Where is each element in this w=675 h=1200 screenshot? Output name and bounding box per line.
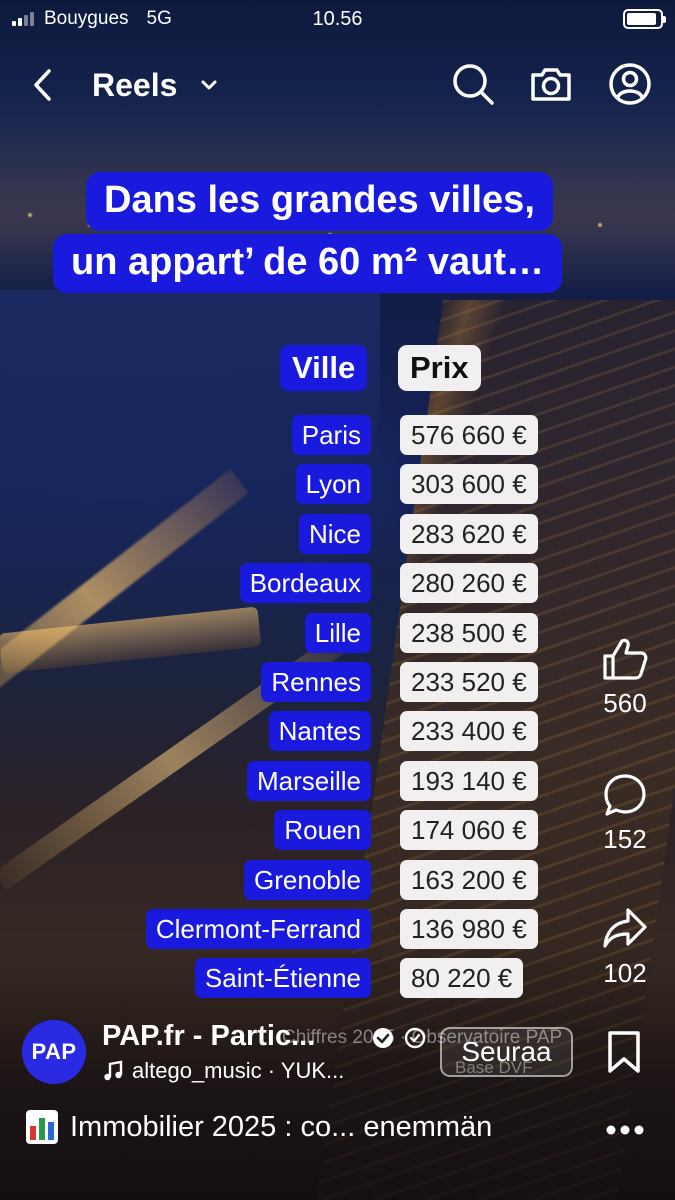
like-count: 560 — [603, 688, 647, 718]
price-cell: 283 620 € — [400, 514, 538, 554]
city-cell: Rennes — [261, 662, 371, 702]
comment-button[interactable]: 152 — [596, 772, 654, 855]
price-cell: 303 600 € — [400, 464, 538, 504]
bookmark-icon[interactable] — [605, 1030, 643, 1074]
headline-line-1: Dans les grandes villes, — [86, 172, 553, 231]
price-cell: 280 260 € — [400, 563, 538, 603]
share-count: 102 — [603, 958, 647, 988]
camera-icon[interactable] — [528, 61, 574, 107]
column-header-city: Ville — [280, 345, 368, 391]
price-cell: 136 980 € — [400, 909, 538, 949]
chevron-down-icon[interactable] — [199, 75, 219, 95]
profile-icon[interactable] — [607, 61, 653, 107]
price-cell: 238 500 € — [400, 613, 538, 653]
headline-line-2: un appart’ de 60 m² vaut… — [53, 234, 562, 293]
meta-verified-icon — [404, 1027, 426, 1049]
share-button[interactable]: 102 — [596, 906, 654, 989]
music-label: altego_music · YUK... — [132, 1058, 345, 1083]
follow-button[interactable]: Seuraa — [440, 1027, 573, 1077]
price-cell: 576 660 € — [400, 415, 538, 455]
music-note-icon — [104, 1060, 123, 1081]
like-button[interactable]: 560 — [596, 636, 654, 719]
comment-icon — [604, 774, 646, 816]
price-cell: 163 200 € — [400, 860, 538, 900]
author-name[interactable]: PAP.fr - Partic... — [102, 1020, 315, 1053]
city-cell: Grenoble — [244, 860, 371, 900]
city-cell: Saint-Étienne — [194, 958, 371, 998]
city-cell: Lyon — [295, 464, 371, 504]
top-nav: Reels — [0, 55, 675, 113]
column-header-price: Prix — [398, 345, 481, 391]
verified-badge-icon — [373, 1028, 393, 1048]
price-cell: 193 140 € — [400, 761, 538, 801]
city-cell: Clermont-Ferrand — [145, 909, 371, 949]
reels-title[interactable]: Reels — [92, 67, 177, 104]
price-cell: 233 520 € — [400, 662, 538, 702]
thumbs-up-icon — [603, 638, 648, 680]
more-options-icon[interactable] — [604, 1120, 646, 1140]
clock: 10.56 — [312, 8, 363, 30]
caption-text: Immobilier 2025 : co... enemmän — [70, 1110, 493, 1143]
music-info[interactable]: altego_music · YUK... — [102, 1058, 344, 1084]
bar-chart-icon — [26, 1110, 58, 1144]
city-cell: Marseille — [246, 761, 371, 801]
city-cell: Paris — [291, 415, 371, 455]
city-cell: Nantes — [268, 711, 371, 751]
battery-icon — [623, 9, 666, 29]
price-cell: 233 400 € — [400, 711, 538, 751]
back-arrow-icon[interactable] — [28, 67, 58, 103]
price-cell: 174 060 € — [400, 810, 538, 850]
city-cell: Bordeaux — [239, 563, 371, 603]
share-icon — [603, 908, 647, 948]
city-cell: Rouen — [274, 810, 371, 850]
price-cell: 80 220 € — [400, 958, 524, 998]
author-avatar[interactable]: PAP — [22, 1020, 86, 1084]
reel-caption[interactable]: Immobilier 2025 : co... enemmän — [26, 1110, 492, 1144]
city-cell: Nice — [298, 514, 371, 554]
search-icon[interactable] — [450, 61, 496, 107]
comment-count: 152 — [603, 824, 647, 854]
city-cell: Lille — [304, 613, 371, 653]
status-bar: Bouygues 5G 10.56 — [0, 0, 675, 40]
